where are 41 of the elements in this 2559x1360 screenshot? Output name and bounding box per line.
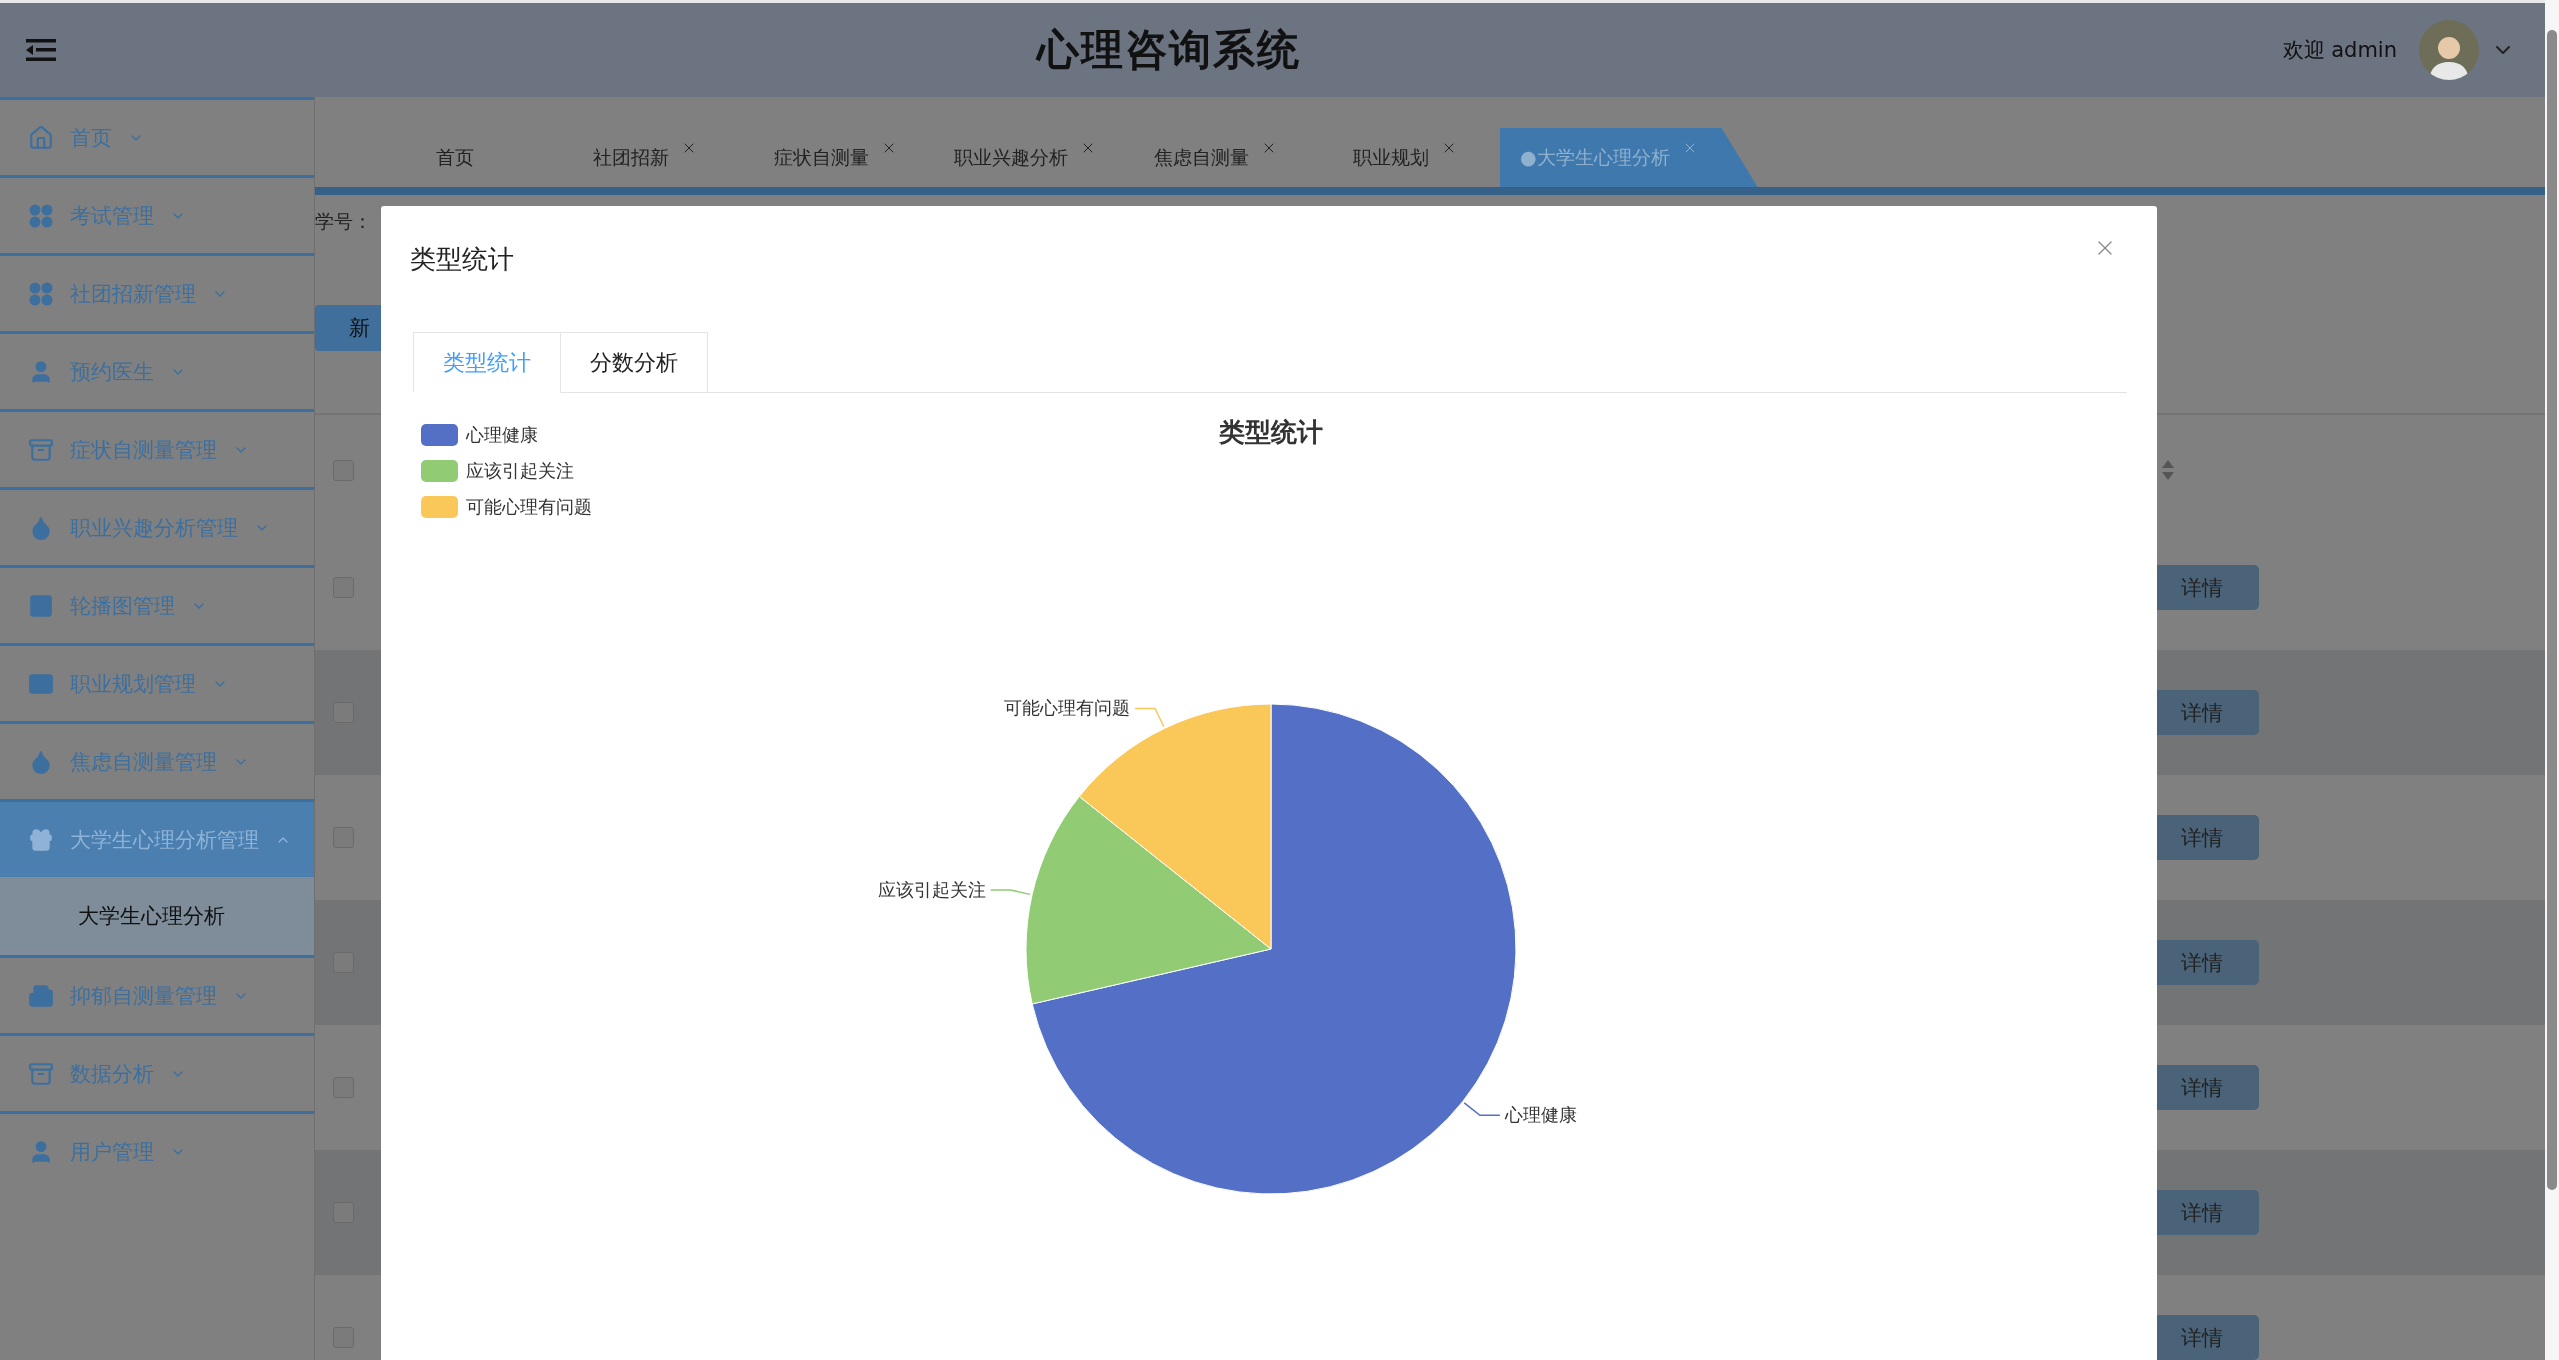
legend-item[interactable]: 心理健康 bbox=[421, 424, 538, 446]
legend-item[interactable]: 可能心理有问题 bbox=[421, 496, 592, 518]
menu-fold-icon[interactable] bbox=[26, 38, 56, 62]
leader-line bbox=[1463, 1102, 1501, 1117]
clover-icon bbox=[28, 280, 54, 307]
welcome-text: 欢迎 admin bbox=[2282, 37, 2397, 64]
sidebar-subitem[interactable]: 大学生心理分析 bbox=[0, 877, 314, 955]
page-tab[interactable]: 职业规划 bbox=[1310, 128, 1500, 187]
page-tab[interactable]: ●大学生心理分析 bbox=[1500, 128, 1758, 187]
sidebar-item[interactable]: 大学生心理分析管理 bbox=[0, 799, 314, 877]
drawer-icon bbox=[28, 436, 54, 463]
sidebar-item[interactable]: 考试管理 bbox=[0, 175, 314, 253]
slice-label: 心理健康 bbox=[1504, 1104, 1577, 1126]
sidebar-item[interactable]: 预约医生 bbox=[0, 331, 314, 409]
page-tab[interactable]: 社团招新 bbox=[550, 128, 740, 187]
slice-label: 应该引起关注 bbox=[877, 878, 986, 900]
sidebar-item[interactable]: 职业兴趣分析管理 bbox=[0, 487, 314, 565]
sidebar-item[interactable]: 社团招新管理 bbox=[0, 253, 314, 331]
dialog-tab[interactable]: 类型统计 bbox=[413, 332, 561, 393]
slice-label: 可能心理有问题 bbox=[1004, 697, 1131, 719]
avatar[interactable] bbox=[2419, 20, 2479, 80]
chart-title: 类型统计 bbox=[1219, 417, 1323, 447]
sidebar-item[interactable]: 首页 bbox=[0, 97, 314, 175]
sort-icon[interactable] bbox=[2161, 459, 2175, 481]
leader-line bbox=[989, 889, 1031, 896]
legend-item[interactable]: 应该引起关注 bbox=[421, 460, 574, 482]
scrollbar[interactable] bbox=[2545, 0, 2559, 1360]
leader-line bbox=[1134, 707, 1165, 728]
page-tab[interactable]: 首页 bbox=[360, 128, 550, 187]
drawer-icon bbox=[28, 1060, 54, 1087]
dialog-title: 类型统计 bbox=[410, 243, 514, 276]
field-label: 学号： bbox=[315, 209, 373, 234]
sidebar-item[interactable]: 症状自测量管理 bbox=[0, 409, 314, 487]
home-icon bbox=[28, 124, 54, 151]
page-tab[interactable]: 焦虑自测量 bbox=[1120, 128, 1310, 187]
gift-icon bbox=[28, 826, 54, 853]
dialog-tab[interactable]: 分数分析 bbox=[561, 332, 708, 392]
app-title: 心理咨询系统 bbox=[1034, 24, 1303, 76]
page-tab[interactable]: 职业兴趣分析 bbox=[930, 128, 1120, 187]
clover-icon bbox=[28, 202, 54, 229]
page-tab[interactable]: 症状自测量 bbox=[740, 128, 930, 187]
